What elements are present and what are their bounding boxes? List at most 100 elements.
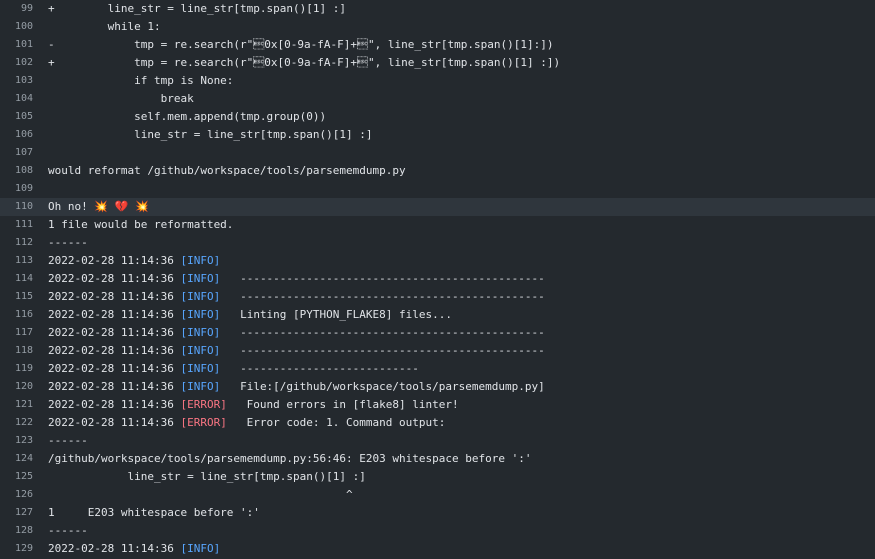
log-line: 123 ------	[0, 432, 875, 450]
log-timestamp: 2022-02-28 11:14:36	[48, 254, 181, 267]
line-number[interactable]: 105	[0, 108, 48, 126]
log-line: 120 2022-02-28 11:14:36 [INFO] File:[/git…	[0, 378, 875, 396]
line-number[interactable]: 104	[0, 90, 48, 108]
line-content: line_str = line_str[tmp.span()[1] :]	[48, 470, 366, 483]
line-number[interactable]: 110	[0, 198, 48, 216]
log-message: ----------------------------------------…	[220, 290, 545, 303]
log-line: 126 ^	[0, 486, 875, 504]
line-content: 2022-02-28 11:14:36 [INFO] -------------…	[48, 270, 875, 288]
line-number[interactable]: 122	[0, 414, 48, 432]
log-line: 116 2022-02-28 11:14:36 [INFO] Linting [P…	[0, 306, 875, 324]
line-content: + line_str = line_str[tmp.span()[1] :]	[48, 2, 347, 15]
line-number[interactable]: 128	[0, 522, 48, 540]
line-number[interactable]: 124	[0, 450, 48, 468]
line-content: while 1:	[48, 20, 161, 33]
line-number[interactable]: 102	[0, 54, 48, 72]
log-timestamp: 2022-02-28 11:14:36	[48, 272, 181, 285]
log-line: 129 2022-02-28 11:14:36 [INFO]	[0, 540, 875, 558]
line-number[interactable]: 100	[0, 18, 48, 36]
log-timestamp: 2022-02-28 11:14:36	[48, 398, 181, 411]
line-number[interactable]: 115	[0, 288, 48, 306]
log-line: 119 2022-02-28 11:14:36 [INFO] ----------…	[0, 360, 875, 378]
log-line: 102 + tmp = re.search(r"0x[0-9a-fA-F]+"…	[0, 54, 875, 72]
error-level-badge: [ERROR]	[180, 398, 227, 411]
line-content: 2022-02-28 11:14:36 [ERROR] Error code: …	[48, 414, 875, 432]
line-number[interactable]: 126	[0, 486, 48, 504]
line-number[interactable]: 103	[0, 72, 48, 90]
log-timestamp: 2022-02-28 11:14:36	[48, 290, 181, 303]
error-level-badge: [ERROR]	[180, 416, 227, 429]
log-line: 128 ------	[0, 522, 875, 540]
line-content: + tmp = re.search(r"0x[0-9a-fA-F]+", l…	[48, 56, 561, 69]
log-line: 117 2022-02-28 11:14:36 [INFO] ----------…	[0, 324, 875, 342]
log-line: 108 would reformat /github/workspace/tool…	[0, 162, 875, 180]
line-number[interactable]: 121	[0, 396, 48, 414]
line-number[interactable]: 129	[0, 540, 48, 558]
line-number[interactable]: 108	[0, 162, 48, 180]
line-number[interactable]: 101	[0, 36, 48, 54]
line-content: /github/workspace/tools/parsememdump.py:…	[48, 452, 532, 465]
info-level-badge: [INFO]	[180, 308, 221, 321]
log-message: ----------------------------------------…	[220, 344, 545, 357]
info-level-badge: [INFO]	[180, 344, 221, 357]
log-message: Linting [PYTHON_FLAKE8] files...	[220, 308, 452, 321]
log-line: 103 if tmp is None:	[0, 72, 875, 90]
log-line: 110 Oh no! 💥 💔 💥	[0, 198, 875, 216]
line-number[interactable]: 116	[0, 306, 48, 324]
log-timestamp: 2022-02-28 11:14:36	[48, 380, 181, 393]
line-content: ------	[48, 434, 88, 447]
log-line: 122 2022-02-28 11:14:36 [ERROR] Error cod…	[0, 414, 875, 432]
line-content: 1 E203 whitespace before ':'	[48, 506, 260, 519]
log-timestamp: 2022-02-28 11:14:36	[48, 326, 181, 339]
line-number[interactable]: 125	[0, 468, 48, 486]
info-level-badge: [INFO]	[180, 362, 221, 375]
line-content: Oh no! 💥 💔 💥	[48, 200, 149, 213]
log-line: 112 ------	[0, 234, 875, 252]
line-content: 2022-02-28 11:14:36 [INFO] -------------…	[48, 324, 875, 342]
line-content: self.mem.append(tmp.group(0))	[48, 110, 327, 123]
line-content: 2022-02-28 11:14:36 [INFO] -------------…	[48, 360, 875, 378]
line-number[interactable]: 120	[0, 378, 48, 396]
log-line: 113 2022-02-28 11:14:36 [INFO]	[0, 252, 875, 270]
line-number[interactable]: 114	[0, 270, 48, 288]
line-number[interactable]: 117	[0, 324, 48, 342]
line-number[interactable]: 119	[0, 360, 48, 378]
line-number[interactable]: 106	[0, 126, 48, 144]
line-content: would reformat /github/workspace/tools/p…	[48, 164, 406, 177]
line-number[interactable]: 99	[0, 0, 48, 18]
log-message: Error code: 1. Command output:	[226, 416, 446, 429]
line-content: 2022-02-28 11:14:36 [ERROR] Found errors…	[48, 396, 875, 414]
log-message: Found errors in [flake8] linter!	[226, 398, 459, 411]
line-number[interactable]: 112	[0, 234, 48, 252]
info-level-badge: [INFO]	[180, 326, 221, 339]
log-line: 106 line_str = line_str[tmp.span()[1] :]	[0, 126, 875, 144]
log-line: 101- tmp = re.search(r"0x[0-9a-fA-F]+"…	[0, 36, 875, 54]
log-timestamp: 2022-02-28 11:14:36	[48, 416, 181, 429]
log-message: ----------------------------------------…	[220, 272, 545, 285]
log-line: 104 break	[0, 90, 875, 108]
line-number[interactable]: 107	[0, 144, 48, 162]
line-number[interactable]: 123	[0, 432, 48, 450]
line-content: 1 file would be reformatted.	[48, 218, 234, 231]
line-number[interactable]: 109	[0, 180, 48, 198]
line-content: ^	[48, 488, 353, 501]
line-number[interactable]: 113	[0, 252, 48, 270]
log-line: 124/github/workspace/tools/parsememdump.…	[0, 450, 875, 468]
line-content: line_str = line_str[tmp.span()[1] :]	[48, 128, 373, 141]
line-number[interactable]: 127	[0, 504, 48, 522]
log-timestamp: 2022-02-28 11:14:36	[48, 362, 181, 375]
line-number[interactable]: 111	[0, 216, 48, 234]
log-line: 99 + line_str = line_str[tmp.span()[1] :]	[0, 0, 875, 18]
line-content: 2022-02-28 11:14:36 [INFO] File:[/github…	[48, 378, 875, 396]
line-content: 2022-02-28 11:14:36 [INFO] -------------…	[48, 342, 875, 360]
line-number[interactable]: 118	[0, 342, 48, 360]
info-level-badge: [INFO]	[180, 380, 221, 393]
log-line: 115 2022-02-28 11:14:36 [INFO] ----------…	[0, 288, 875, 306]
info-level-badge: [INFO]	[180, 254, 221, 267]
log-message: File:[/github/workspace/tools/parsememdu…	[220, 380, 545, 393]
log-line: 111 1 file would be reformatted.	[0, 216, 875, 234]
log-line: 125 line_str = line_str[tmp.span()[1] :]	[0, 468, 875, 486]
line-content: ------	[48, 236, 88, 249]
log-line: 100 while 1:	[0, 18, 875, 36]
line-content: 2022-02-28 11:14:36 [INFO] -------------…	[48, 288, 875, 306]
